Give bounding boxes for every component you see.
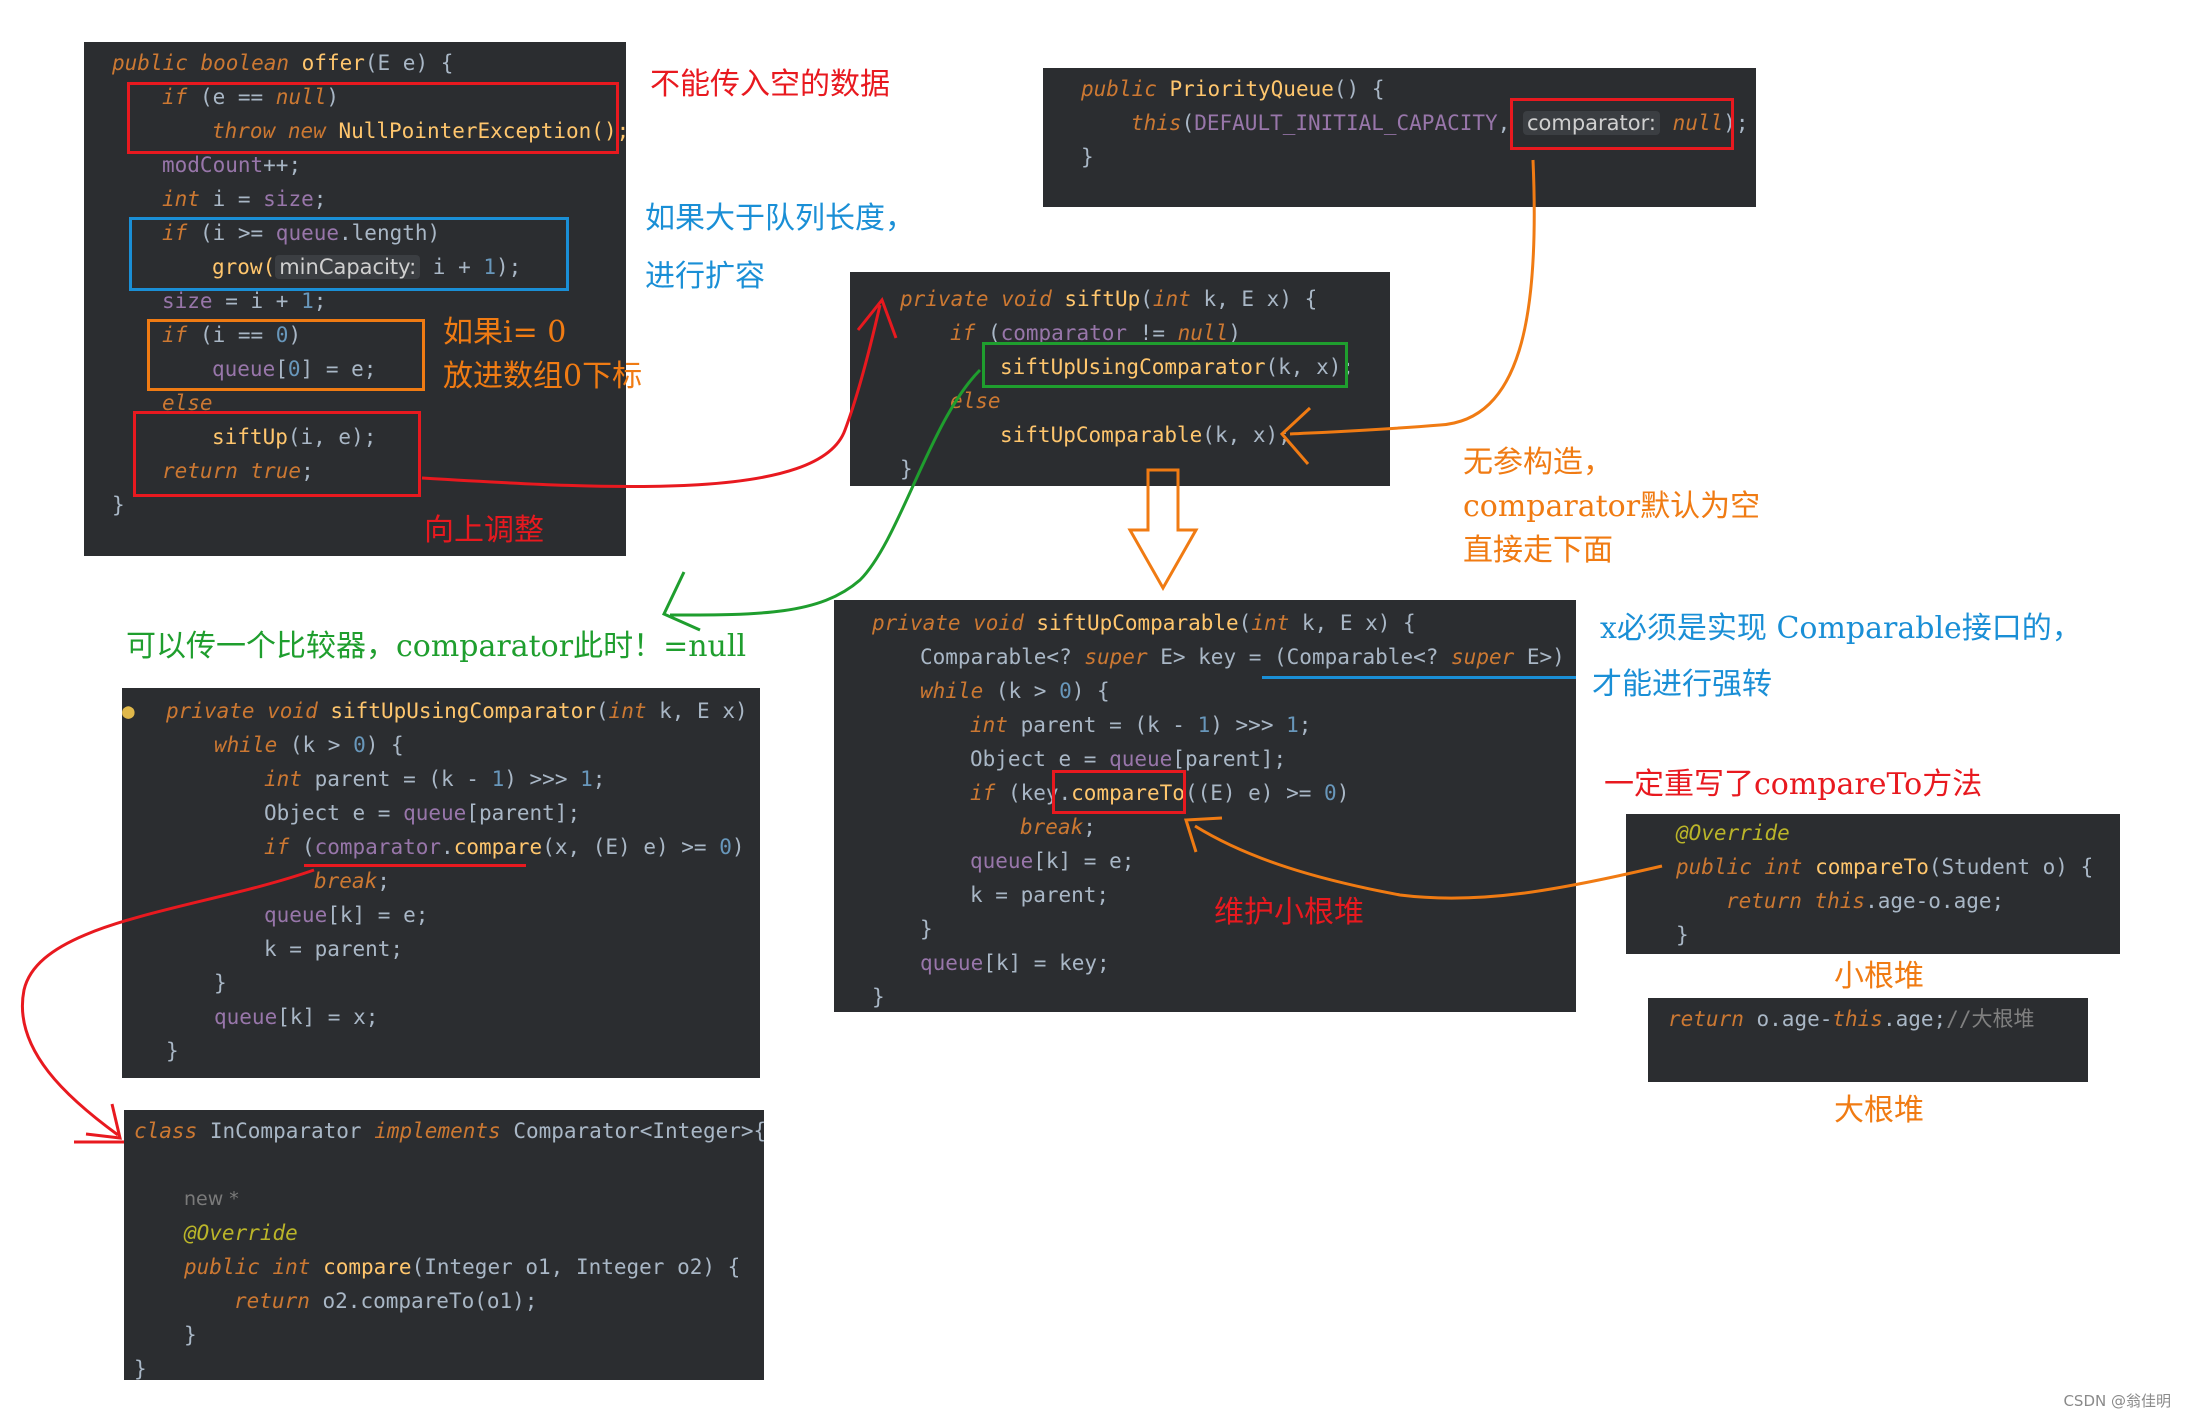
arrow-incomparator xyxy=(21,868,315,1137)
arrow-ctor-head xyxy=(1279,406,1312,465)
arrow-override-head xyxy=(1183,816,1223,853)
arrow-siftup xyxy=(421,304,882,489)
arrow-override xyxy=(1194,824,1663,900)
watermark: CSDN @翁佳明 xyxy=(2063,1392,2171,1410)
down-arrow-icon xyxy=(1127,468,1199,592)
arrow-ctor xyxy=(1289,159,1536,436)
connector-arrows xyxy=(21,159,1663,1144)
arrow-comparator-head xyxy=(661,571,701,632)
arrow-comparator xyxy=(669,368,982,617)
